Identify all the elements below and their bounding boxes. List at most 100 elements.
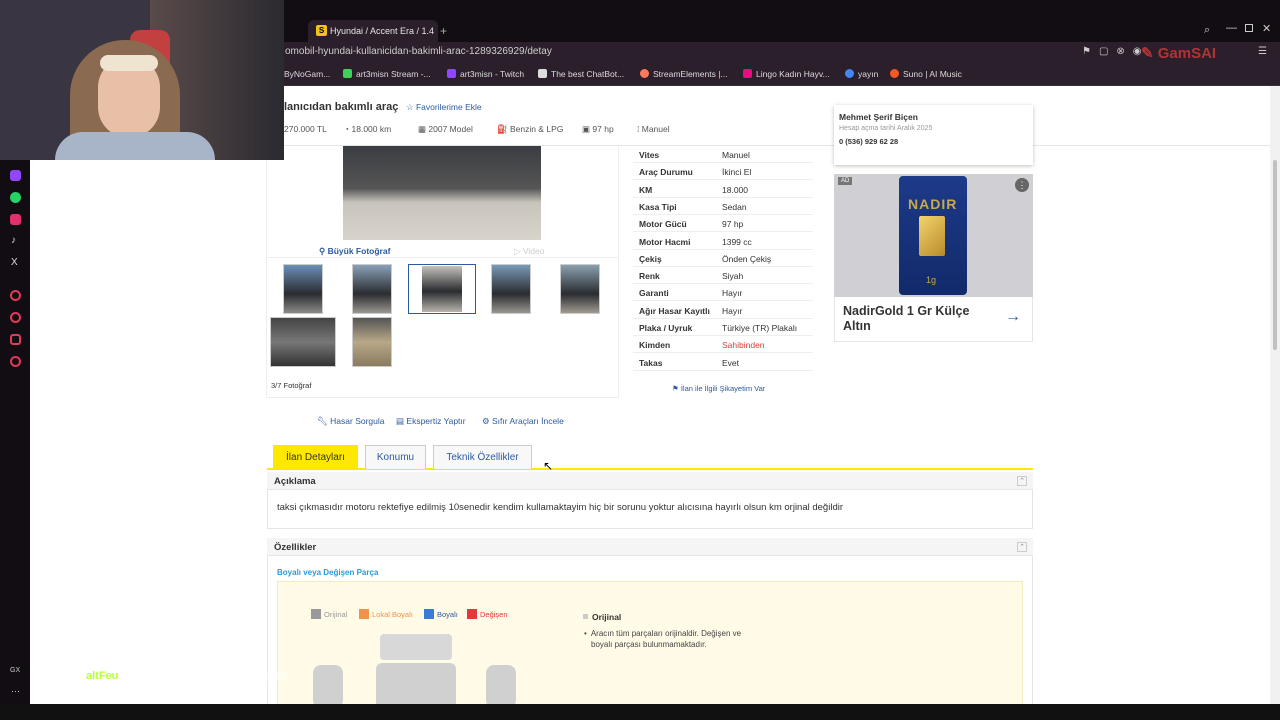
bookmark-item[interactable]: The best ChatBot... [538,69,624,79]
extension-icon[interactable] [10,334,21,345]
bookmark-item[interactable]: art3misn Stream -... [343,69,431,79]
bookmark-icon [538,69,547,78]
tab-location[interactable]: Konumu [365,445,426,469]
spec-value: Siyah [722,271,744,282]
clock-icon[interactable] [10,312,21,323]
arrow-right-icon[interactable]: → [1005,308,1021,326]
bookmark-icon [743,69,752,78]
bottom-bar [0,704,1280,720]
gold-bar [919,216,945,256]
tiktok-icon[interactable]: ♪ [11,235,16,246]
maximize-icon[interactable] [1245,24,1253,32]
thumbnail[interactable] [491,264,531,314]
spec-key: Takas [639,357,663,368]
minimize-icon[interactable]: — [1226,22,1237,34]
spec-row: Araç Durumu İkinci El [633,163,813,181]
summary-gear: ⁞ Manuel [637,124,670,134]
spec-row: Motor Hacmi 1399 cc [633,233,813,250]
video-button[interactable]: ▷ Video [514,246,545,257]
close-icon[interactable]: ✕ [1262,22,1271,35]
thumbnail[interactable] [270,317,336,367]
ad-title[interactable]: NadirGold 1 Gr Külçe Altın [843,304,991,334]
chat-username: altFeu [86,670,119,682]
new-tab-icon[interactable]: + [440,24,447,38]
chat-message-blur [126,672,288,681]
tab-hyundai[interactable]: Hyundai / Accent Era / 1.4 [308,20,438,42]
settings-icon[interactable] [10,356,21,367]
spec-row: Kasa Tipi Sedan [633,198,813,215]
expertise-link[interactable]: ▤ Ekspertiz Yaptır [396,416,466,427]
paint-status-text: • Aracın tüm parçaları orijinaldir. Deği… [584,629,742,638]
flag-icon: ⚑ [672,384,681,393]
seller-name[interactable]: Mehmet Şerif Biçen [839,112,918,122]
spec-key: Ağır Hasar Kayıtlı [639,305,710,316]
wrench-icon: 🔧︎ [317,416,331,426]
whatsapp-icon[interactable] [10,192,21,203]
spec-value: Hayır [722,288,743,299]
tab-technical[interactable]: Teknik Özellikler [433,445,532,469]
tab-favicon-icon: S [316,25,327,36]
thumbnail[interactable] [352,264,392,314]
spec-row: KM 18.000 [633,181,813,198]
bookmark-item[interactable]: ByNoGam... [284,69,330,79]
collapse-icon[interactable]: ⌃ [1017,542,1027,552]
person-shirt [55,132,215,160]
seller-phone[interactable]: 0 (536) 929 62 28 [839,137,898,146]
scrollbar-thumb[interactable] [1273,160,1277,350]
description-heading: Açıklama [274,476,316,487]
spec-key: Garanti [639,288,669,299]
bookmark-item[interactable]: yayın [845,69,878,79]
instagram-icon[interactable] [10,214,21,225]
thumbnail[interactable] [352,317,392,367]
summary-hp: ▣ 97 hp [582,124,614,134]
spec-key: Renk [639,271,660,282]
spec-key: KM [639,184,653,195]
spec-value: 1399 cc [722,236,752,247]
menu-icon[interactable]: ☰ [1258,46,1267,57]
search-icon[interactable]: ⌕ [1204,24,1210,37]
spec-row: Vites Manuel [633,146,813,163]
car-diagram-left [313,665,343,708]
ad-options-icon[interactable]: ⋮ [1015,178,1029,192]
bookmark-item[interactable]: Lingo Kadın Hayv... [743,69,830,79]
collapse-icon[interactable]: ⌃ [1017,476,1027,486]
new-cars-link[interactable]: ⚙ Sıfır Araçları İncele [482,416,564,427]
listing-header [284,86,1270,146]
bookmark-item[interactable]: art3misn - Twitch [447,69,524,79]
listing-title: lanıcıdan bakımlı araç [284,101,399,113]
tab-title: Hyundai / Accent Era / 1.4 [330,26,435,36]
thumbnail[interactable] [283,264,323,314]
main-photo[interactable] [343,146,541,240]
complaint-link[interactable]: ⚑ İlan ile İlgili Şikayetim Var [672,384,765,393]
spec-row: Renk Siyah [633,267,813,285]
spec-value: Önden Çekiş [722,253,772,264]
spec-value: Türkiye (TR) Plakalı [722,323,798,333]
chat-message-blur [126,690,160,698]
big-photo-button[interactable]: ⚲ Büyük Fotoğraf [319,246,390,257]
spec-row: Motor Gücü 97 hp [633,215,813,233]
legend-swatch [424,609,434,619]
paint-status-text-2: boyalı parçası bulunmamaktadır. [591,640,707,649]
car-diagram-right [486,665,516,708]
spec-row: Takas Evet [633,354,813,371]
twitch-icon[interactable] [10,170,21,181]
url-text[interactable]: omobil-hyundai-kullanicidan-bakimli-arac… [285,46,552,57]
spec-row: Plaka / Uyruk Türkiye (TR) Plakalı [633,319,813,336]
description-text: taksi çıkmasıdır motoru rektefiye edilmi… [277,502,843,513]
spec-row: Ağır Hasar Kayıtlı Hayır [633,302,813,319]
x-icon[interactable]: X [11,257,18,268]
record-icon[interactable] [10,290,21,301]
tab-listing-details[interactable]: İlan Detayları [273,445,358,469]
more-icon[interactable]: ⋯ [11,686,20,697]
toolbar-icons[interactable]: ⚑▢⊗◉ [1082,46,1150,57]
bookmark-item[interactable]: Suno | AI Music [890,69,962,79]
ad-product: 1g [926,275,937,285]
spec-row: Çekiş Önden Çekiş [633,250,813,267]
favorite-button[interactable]: ☆ Favorilerime Ekle [406,102,482,113]
spec-value: Manuel [722,150,750,160]
thumbnail[interactable] [560,264,600,314]
mouse-cursor-icon: ↖ [543,459,554,473]
bookmark-item[interactable]: StreamElements |... [640,69,727,79]
google-icon [845,69,854,78]
damage-query-link[interactable]: 🔧︎ Hasar Sorgula [317,416,385,427]
